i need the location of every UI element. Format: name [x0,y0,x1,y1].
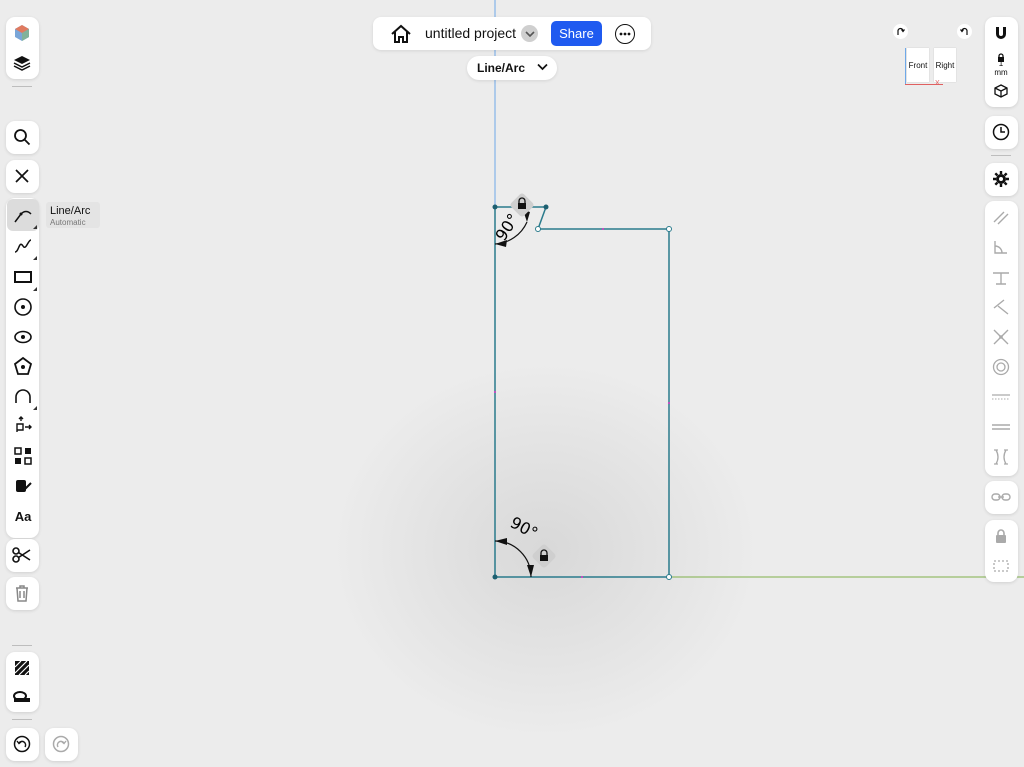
close-icon[interactable] [6,160,38,192]
link-panel [985,481,1018,514]
mode-dropdown[interactable]: Line/Arc [467,56,557,80]
project-title[interactable]: untitled project [425,25,516,41]
vertex-point [492,574,498,580]
constraints-panel [985,201,1018,476]
midpoint-marker [494,391,496,393]
text-icon[interactable]: Aa [7,500,39,532]
trash-icon[interactable] [6,577,38,609]
pattern-icon[interactable] [7,440,39,472]
y-axis-indicator [905,48,906,84]
search-panel [6,121,39,154]
left-top-panel [6,17,39,79]
mode-dropdown-label: Line/Arc [477,61,526,75]
vertex-point [492,204,498,210]
horizontal-constraint-icon[interactable] [985,381,1017,413]
view-right-face[interactable]: Right [934,48,956,82]
perpendicular-constraint-icon[interactable] [985,261,1017,293]
chevron-down-icon[interactable] [521,25,538,42]
measure-icon[interactable] [6,681,38,713]
tangent-constraint-icon[interactable] [985,291,1017,323]
rotate-cw-icon[interactable] [893,24,908,39]
sketch-svg[interactable]: 90° 90° [0,0,1024,767]
divider [12,645,32,646]
undo-panel [6,728,39,761]
share-button[interactable]: Share [551,21,602,46]
vertex-point [535,226,541,232]
clock-icon[interactable] [985,116,1017,148]
offset-icon[interactable] [7,409,39,441]
angle-arrow [495,538,507,545]
chevron-down-icon [537,61,548,75]
drawing-canvas[interactable]: 90° 90° [0,0,1024,767]
vertex-point [543,204,549,210]
scissors-icon[interactable] [6,539,38,571]
tooltip-subtitle: Automatic [50,218,86,227]
angle-arc-bottom [494,540,532,578]
history-panel [985,116,1018,149]
hatch-icon[interactable] [6,652,38,684]
search-icon[interactable] [6,121,38,153]
redo-icon[interactable] [45,728,77,760]
angle-arrow [527,565,534,577]
x-axis-label: X [935,80,940,87]
symmetric-constraint-icon[interactable] [985,441,1017,473]
lock-icon[interactable] [985,520,1017,552]
view-front-face[interactable]: Front [907,48,929,82]
layers-icon[interactable] [6,47,38,79]
midpoint-marker [602,228,604,230]
close-panel [6,160,39,193]
spline-icon[interactable] [7,230,39,262]
undo-icon[interactable] [6,728,38,760]
drawing-tools-panel: Aa [6,198,39,538]
fill-icon[interactable] [7,470,39,502]
magnet-snap-icon[interactable] [985,17,1017,49]
divider [12,719,32,720]
midpoint-marker [581,576,583,578]
tooltip-title: Line/Arc [50,205,91,217]
rotate-ccw-icon[interactable] [957,24,972,39]
angle-constraint-icon[interactable] [985,231,1017,263]
right-top-panel: 1 mm [985,17,1018,107]
divider [991,155,1011,156]
lock-panel [985,520,1018,582]
bottom-tools-panel [6,652,39,712]
home-icon[interactable] [385,18,417,50]
cube-view-icon[interactable] [985,79,1017,103]
tool-tooltip: Line/Arc Automatic [46,202,100,228]
angle-label-top: 90° [491,210,522,244]
grid-value[interactable]: 1 [991,59,1011,68]
parallel-constraint-icon[interactable] [985,201,1017,233]
ellipse-icon[interactable] [7,321,39,353]
construction-box-icon[interactable] [985,550,1017,582]
divider [12,86,32,87]
grid-unit: mm [994,68,1008,77]
more-options-icon[interactable] [615,24,635,44]
gear-icon[interactable] [985,163,1017,195]
midpoint-marker [668,402,670,404]
circle-icon[interactable] [7,291,39,323]
link-icon[interactable] [985,481,1017,513]
top-bar: untitled project Share [373,17,651,50]
vertex-point [666,226,672,232]
scissors-panel [6,539,39,572]
polygon-icon[interactable] [7,350,39,382]
arc-icon[interactable] [7,380,39,412]
settings-panel [985,163,1018,196]
concentric-constraint-icon[interactable] [985,351,1017,383]
rectangle-icon[interactable] [7,261,39,293]
app-logo-icon[interactable] [6,17,38,49]
trash-panel [6,577,39,610]
vertex-point [666,574,672,580]
view-cube[interactable]: Front Right X [893,24,973,90]
redo-panel [45,728,78,761]
angle-label-bottom: 90° [507,513,541,543]
line-arc-icon[interactable] [7,199,39,231]
coincident-constraint-icon[interactable] [985,321,1017,353]
equal-constraint-icon[interactable] [985,411,1017,443]
